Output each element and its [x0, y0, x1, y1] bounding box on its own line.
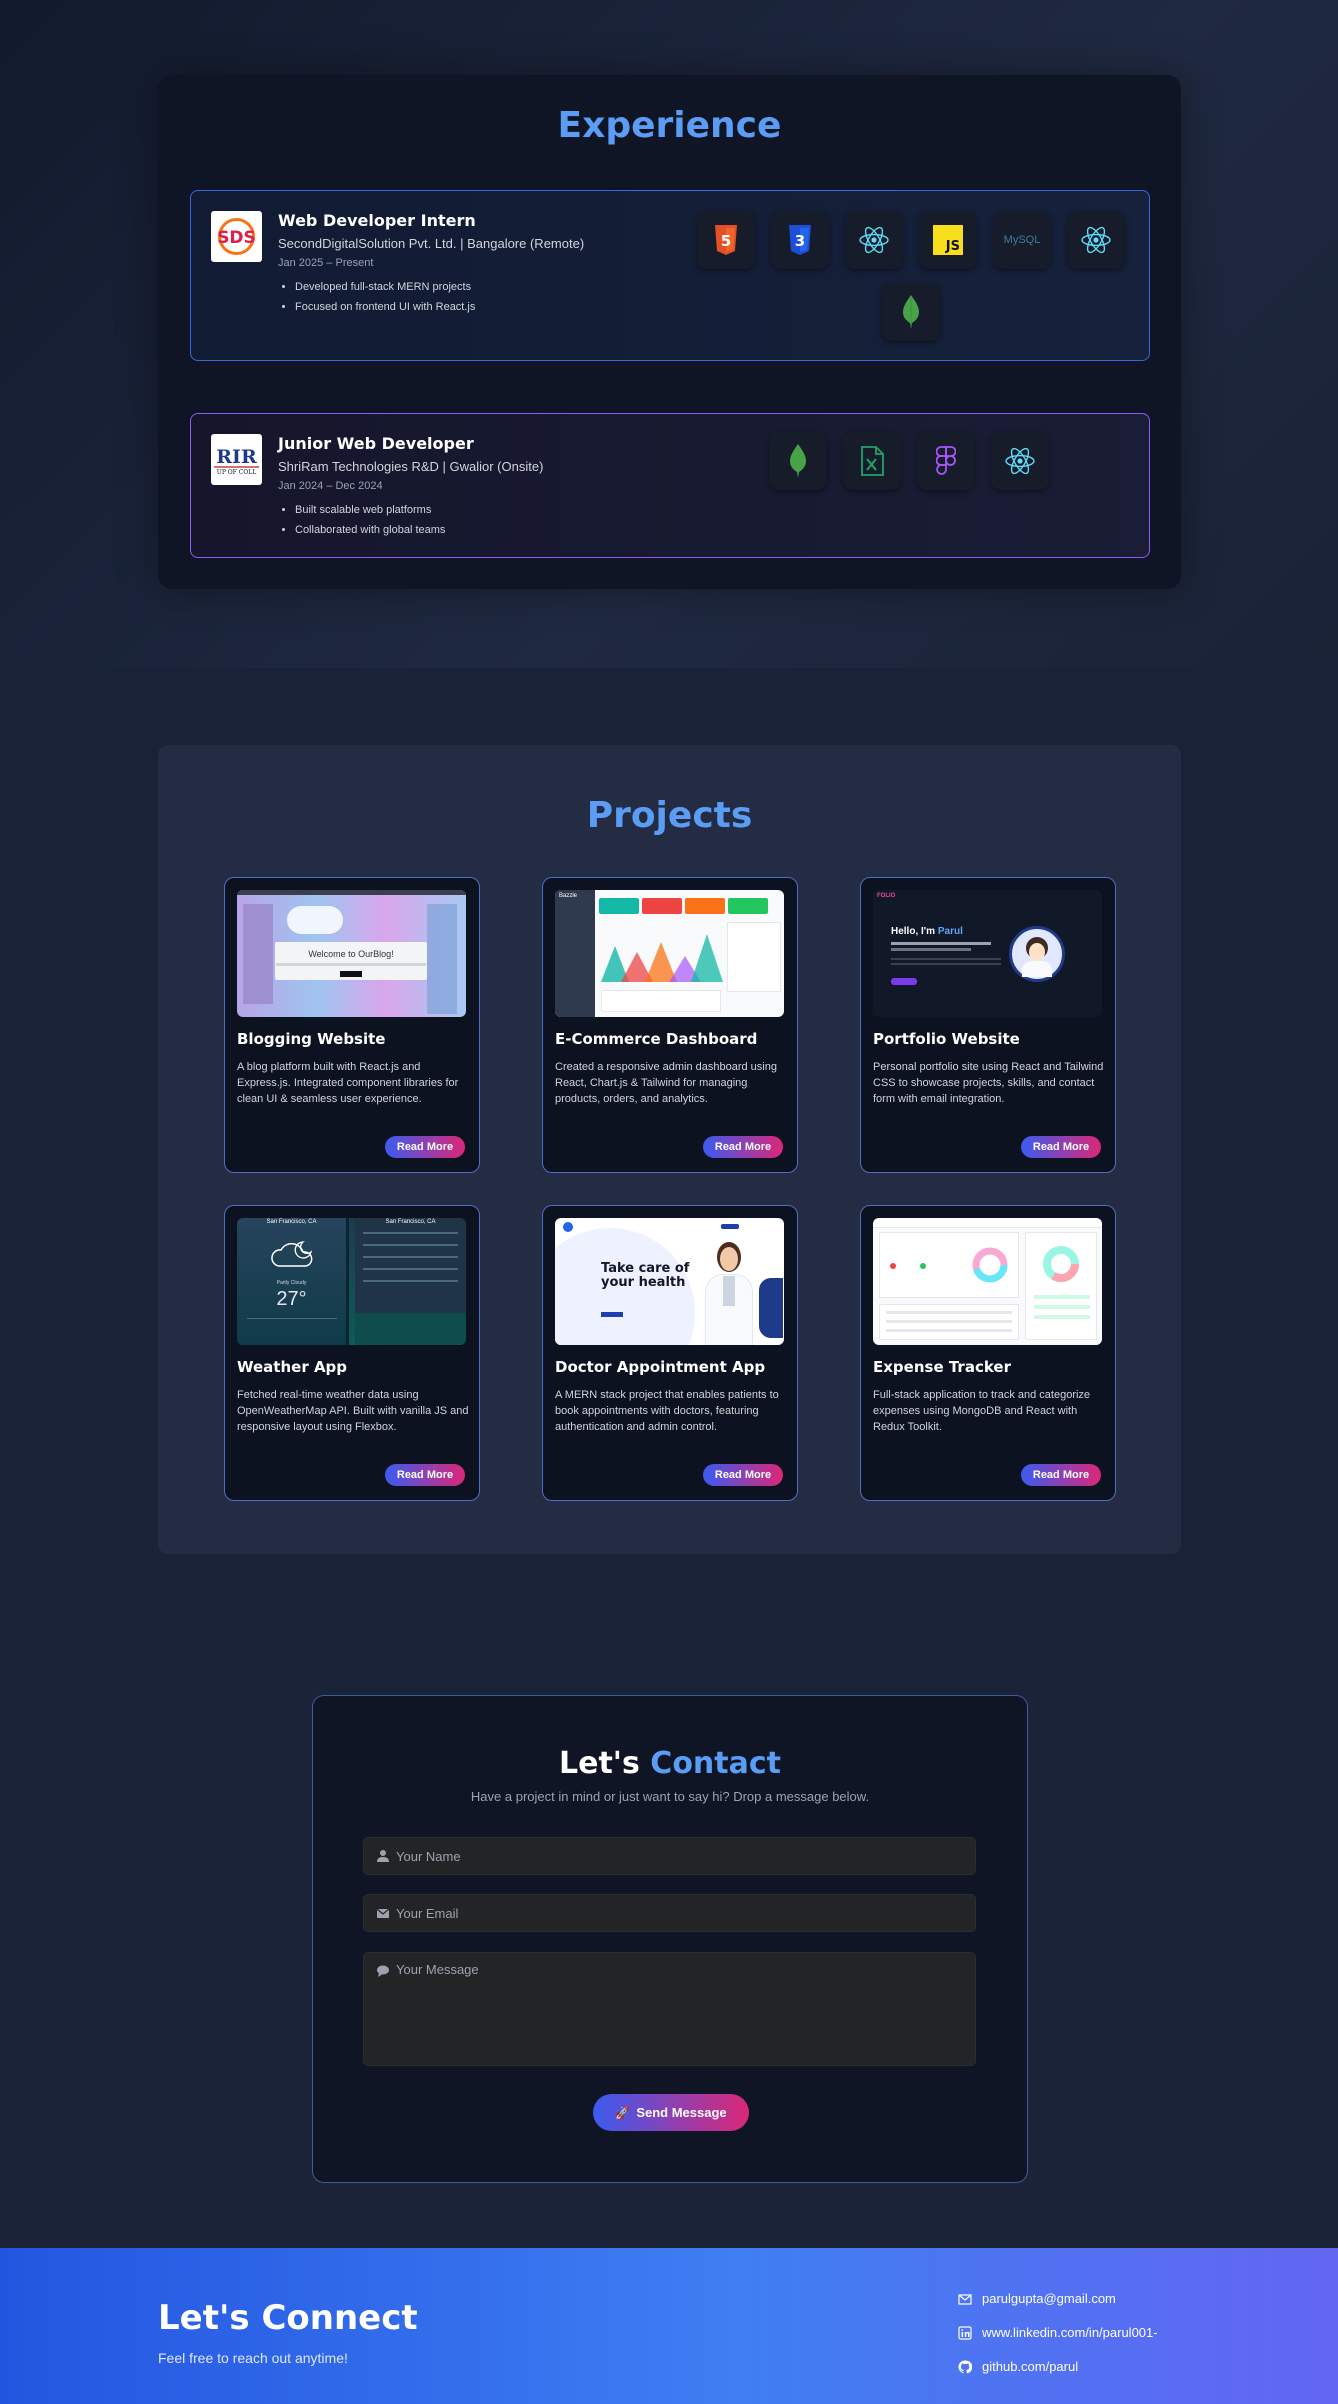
envelope-icon	[376, 1908, 390, 1918]
project-card: Expense Tracker Full-stack application t…	[860, 1205, 1116, 1501]
email-field	[363, 1894, 976, 1932]
project-card: FOLIO Hello, I'm Parul Portfolio Website…	[860, 877, 1116, 1173]
project-description: Full-stack application to track and cate…	[873, 1389, 1091, 1433]
contact-form-card: Let's Contact Have a project in mind or …	[312, 1695, 1028, 2183]
svg-text:RIR: RIR	[216, 446, 257, 468]
job-bullet: Developed full-stack MERN projects	[295, 281, 698, 293]
mongodb-icon	[769, 432, 827, 490]
svg-text:3: 3	[795, 232, 805, 250]
project-name: Doctor Appointment App	[555, 1358, 766, 1376]
react-icon	[845, 211, 903, 269]
company-logo: SDS	[211, 211, 262, 262]
send-message-button[interactable]: 🚀 Send Message	[593, 2094, 749, 2131]
projects-card: Projects Welcome to OurBlog! Blogging We…	[158, 745, 1181, 1554]
mysql-icon: MySQL	[993, 211, 1051, 269]
project-name: Portfolio Website	[873, 1030, 1020, 1048]
project-thumbnail: Bazzle	[555, 890, 784, 1017]
footer-email-link[interactable]: parulgupta@gmail.com	[958, 2291, 1116, 2306]
experience-title: Experience	[557, 105, 782, 146]
css3-icon: 3	[771, 211, 829, 269]
project-card: Bazzle E-Commerce Dashboard Created a re…	[542, 877, 798, 1173]
project-name: Blogging Website	[237, 1030, 386, 1048]
project-thumbnail	[873, 1218, 1102, 1345]
mongodb-icon	[882, 283, 940, 341]
svg-text:SDS: SDS	[217, 228, 256, 248]
project-name: E-Commerce Dashboard	[555, 1030, 758, 1048]
projects-section: Projects Welcome to OurBlog! Blogging We…	[0, 668, 1338, 1640]
job-company: SecondDigitalSolution Pvt. Ltd. | Bangal…	[278, 236, 585, 251]
job-dates: Jan 2024 – Dec 2024	[278, 480, 383, 492]
send-message-label: Send Message	[636, 2105, 727, 2120]
name-input[interactable]	[396, 1838, 966, 1874]
job-bullet: Built scalable web platforms	[295, 504, 698, 516]
project-name: Weather App	[237, 1358, 348, 1376]
rocket-icon: 🚀	[615, 2105, 631, 2120]
job-details: Junior Web Developer ShriRam Technologie…	[278, 434, 698, 544]
footer-linkedin-link[interactable]: www.linkedin.com/in/parul001-	[958, 2325, 1158, 2340]
read-more-button[interactable]: Read More	[703, 1136, 783, 1158]
footer-email: parulgupta@gmail.com	[982, 2291, 1116, 2306]
footer-github-link[interactable]: github.com/parul	[958, 2359, 1078, 2374]
excel-icon	[843, 432, 901, 490]
experience-section: Experience SDS Web Developer Intern Seco…	[0, 0, 1338, 668]
read-more-button[interactable]: Read More	[1021, 1464, 1101, 1486]
html5-icon: 5	[697, 211, 755, 269]
footer: Let's Connect Feel free to reach out any…	[0, 2248, 1338, 2404]
job-bullets: Developed full-stack MERN projects Focus…	[278, 281, 698, 313]
project-card: San Francisco, CA Partly Cloudy 27° San …	[224, 1205, 480, 1501]
message-field	[363, 1952, 976, 2066]
job-role: Web Developer Intern	[278, 211, 476, 230]
comment-icon	[377, 1965, 389, 1977]
footer-subtitle: Feel free to reach out anytime!	[158, 2350, 348, 2366]
footer-github: github.com/parul	[982, 2359, 1079, 2374]
read-more-button[interactable]: Read More	[703, 1464, 783, 1486]
email-input[interactable]	[396, 1895, 966, 1931]
project-card: Welcome to OurBlog! Blogging Website A b…	[224, 877, 480, 1173]
read-more-button[interactable]: Read More	[385, 1464, 465, 1486]
job-bullet: Focused on frontend UI with React.js	[295, 301, 698, 313]
job-role: Junior Web Developer	[278, 434, 474, 453]
job-details: Web Developer Intern SecondDigitalSoluti…	[278, 211, 698, 321]
github-icon	[958, 2359, 972, 2373]
contact-title: Let's Contact	[558, 1746, 781, 1781]
user-icon	[377, 1850, 389, 1862]
project-thumbnail: Take care of your health	[555, 1218, 784, 1345]
message-input[interactable]	[396, 1953, 966, 2065]
project-description: A blog platform built with React.js and …	[237, 1061, 459, 1105]
experience-card: Experience SDS Web Developer Intern Seco…	[158, 75, 1181, 589]
javascript-icon: JS	[919, 211, 977, 269]
footer-linkedin: www.linkedin.com/in/parul001-	[982, 2325, 1158, 2340]
project-thumbnail: Welcome to OurBlog!	[237, 890, 466, 1017]
company-logo: RIR UP OF COLL	[211, 434, 262, 485]
read-more-button[interactable]: Read More	[1021, 1136, 1101, 1158]
job-card: SDS Web Developer Intern SecondDigitalSo…	[190, 190, 1150, 361]
project-card: Take care of your health Doctor Appointm…	[542, 1205, 798, 1501]
envelope-icon	[958, 2293, 972, 2305]
project-description: Created a responsive admin dashboard usi…	[555, 1061, 777, 1105]
footer-title: Let's Connect	[158, 2298, 418, 2338]
project-description: A MERN stack project that enables patien…	[555, 1389, 779, 1433]
job-bullet: Collaborated with global teams	[295, 524, 698, 536]
project-description: Fetched real-time weather data using Ope…	[237, 1389, 469, 1433]
project-description: Personal portfolio site using React and …	[873, 1061, 1104, 1105]
linkedin-icon	[958, 2325, 972, 2340]
react-icon	[991, 432, 1049, 490]
project-thumbnail: FOLIO Hello, I'm Parul	[873, 890, 1102, 1017]
react-icon	[1067, 211, 1125, 269]
read-more-button[interactable]: Read More	[385, 1136, 465, 1158]
name-field	[363, 1837, 976, 1875]
contact-subtitle: Have a project in mind or just want to s…	[470, 1789, 870, 1804]
projects-title: Projects	[586, 795, 753, 836]
figma-icon	[917, 432, 975, 490]
svg-text:5: 5	[721, 232, 731, 250]
svg-text:UP OF COLL: UP OF COLL	[217, 469, 256, 476]
job-card: RIR UP OF COLL Junior Web Developer Shri…	[190, 413, 1150, 558]
job-dates: Jan 2025 – Present	[278, 257, 374, 269]
project-name: Expense Tracker	[873, 1358, 1011, 1376]
job-company: ShriRam Technologies R&D | Gwalior (Onsi…	[278, 459, 544, 474]
project-thumbnail: San Francisco, CA Partly Cloudy 27° San …	[237, 1218, 466, 1345]
job-bullets: Built scalable web platforms Collaborate…	[278, 504, 698, 536]
